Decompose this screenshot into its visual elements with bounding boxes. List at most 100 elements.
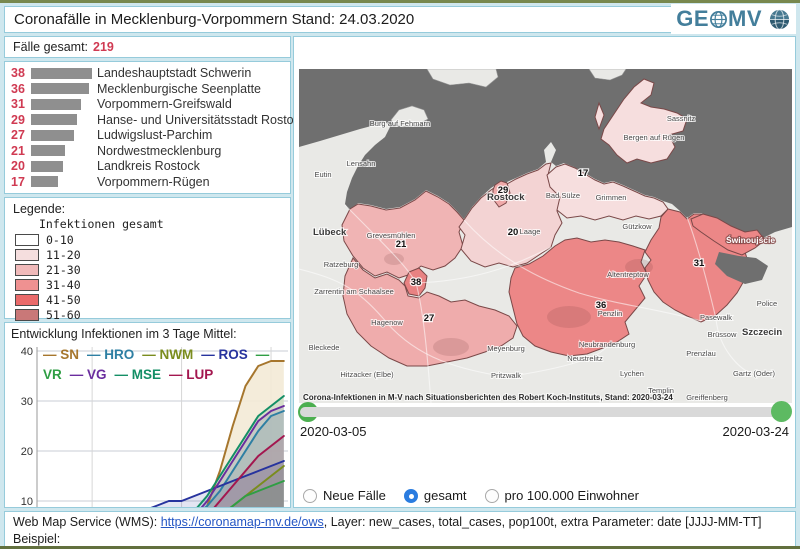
- svg-text:40: 40: [21, 346, 33, 358]
- radio-icon[interactable]: [303, 489, 317, 503]
- radio-selected-icon[interactable]: [404, 489, 418, 503]
- wms-url-link[interactable]: https://coronamap-mv.de/ows: [161, 515, 324, 529]
- legend-swatch: [15, 279, 39, 291]
- bar-value: 21: [11, 144, 31, 158]
- bar-fill: [31, 176, 58, 187]
- city-label: Lychen: [620, 369, 644, 378]
- bar-value: 36: [11, 82, 31, 96]
- mode-option-neue-f-lle[interactable]: Neue Fälle: [303, 488, 386, 503]
- city-label: Lensahn: [347, 159, 376, 168]
- date-range-start: 2020-03-05: [300, 424, 367, 439]
- city-label: Szczecin: [742, 327, 782, 338]
- city-label: Neubrandenburg: [579, 340, 635, 349]
- bar-district-label: Landkreis Rostock: [97, 159, 200, 173]
- geomv-logo[interactable]: GE MV: [671, 4, 796, 34]
- map-legend-panel: Legende: Infektionen gesamt 0-1011-2021-…: [4, 197, 291, 319]
- city-label: Burg auf Fehmarn: [370, 119, 430, 128]
- bar-district-label: Vorpommern-Greifswald: [97, 97, 232, 111]
- bar-row: 21 Nordwestmecklenburg: [11, 143, 284, 158]
- page-title-bar: Coronafälle in Mecklenburg-Vorpommern St…: [4, 6, 738, 33]
- total-cases-value: 219: [93, 40, 114, 54]
- bar: [31, 130, 93, 141]
- forest-texture: [547, 306, 591, 328]
- city-label: Prenzlau: [686, 349, 716, 358]
- bar-value: 31: [11, 97, 31, 111]
- legend-range-label: 0-10: [46, 233, 74, 247]
- legend-item: 41-50: [15, 293, 282, 307]
- legend-range-label: 51-60: [46, 308, 81, 322]
- bar-district-label: Ludwigslust-Parchim: [97, 128, 212, 142]
- city-label: Ratzeburg: [324, 260, 359, 269]
- city-label: Neustrelitz: [567, 354, 603, 363]
- date-slider-track[interactable]: [300, 407, 789, 417]
- city-label: Gartz (Oder): [733, 369, 776, 378]
- bar: [31, 176, 93, 187]
- city-label: Bergen auf Rügen: [624, 133, 685, 142]
- district-case-count: 17: [578, 168, 589, 179]
- city-label: Sassnitz: [667, 114, 696, 123]
- app-root: Coronafälle in Mecklenburg-Vorpommern St…: [0, 0, 800, 549]
- city-label: Police: [757, 299, 777, 308]
- map-canvas[interactable]: LübeckRostockSzczecinŚwinoujścieEutinLen…: [299, 69, 792, 403]
- bar-district-label: Mecklenburgische Seenplatte: [97, 82, 261, 96]
- logo-text-left: GE: [676, 6, 709, 32]
- total-cases-label: Fälle gesamt:: [13, 40, 88, 54]
- legend-title: Legende:: [13, 202, 282, 216]
- mode-label: Neue Fälle: [323, 488, 386, 503]
- total-cases-panel: Fälle gesamt: 219: [4, 36, 291, 58]
- district-case-count: 29: [498, 185, 509, 196]
- trend-chart-title: Entwicklung Infektionen im 3 Tage Mittel…: [11, 327, 290, 341]
- bar-fill: [31, 145, 65, 156]
- date-slider-handle[interactable]: [771, 401, 792, 422]
- trend-chart: 10203040 — SN— HRO— NWM— ROS—VR— VG— MSE…: [11, 343, 290, 508]
- city-label: Bleckede: [309, 343, 340, 352]
- city-label: Hitzacker (Elbe): [340, 370, 394, 379]
- legend-range-label: 31-40: [46, 278, 81, 292]
- mode-option-gesamt[interactable]: gesamt: [404, 488, 467, 503]
- district-case-count: 27: [424, 313, 435, 324]
- page-title: Coronafälle in Mecklenburg-Vorpommern St…: [14, 11, 414, 28]
- trend-chart-svg: 10203040: [11, 343, 290, 507]
- city-label: Lübeck: [313, 227, 347, 238]
- city-label: Altentreptow: [607, 270, 649, 279]
- bar-value: 27: [11, 128, 31, 142]
- city-label: Bad Sülze: [546, 191, 580, 200]
- display-mode-radio-group: Neue Fälle gesamt pro 100.000 Einwohner: [303, 488, 639, 503]
- city-label: Grevesmühlen: [367, 231, 416, 240]
- bar-row: 38 Landeshauptstadt Schwerin: [11, 66, 284, 81]
- city-label: Pasewalk: [700, 313, 732, 322]
- bar-district-label: Nordwestmecklenburg: [97, 144, 221, 158]
- forest-texture: [433, 338, 469, 356]
- legend-swatch: [15, 294, 39, 306]
- district-case-count: 31: [694, 258, 705, 269]
- legend-subtitle: Infektionen gesamt: [39, 217, 282, 231]
- legend-item: 21-30: [15, 263, 282, 277]
- mode-option-pro-100-000-einwohner[interactable]: pro 100.000 Einwohner: [485, 488, 639, 503]
- bar-row: 20Landkreis Rostock: [11, 159, 284, 174]
- footer-line1: Web Map Service (WMS): https://coronamap…: [13, 514, 787, 547]
- district-bar-chart: 38 Landeshauptstadt Schwerin 36 Mecklenburg…: [4, 61, 291, 194]
- bar-value: 38: [11, 66, 31, 80]
- district-case-count: 36: [596, 300, 607, 311]
- bar-fill: [31, 83, 89, 94]
- mode-label: pro 100.000 Einwohner: [505, 488, 639, 503]
- radio-icon[interactable]: [485, 489, 499, 503]
- bar-district-label: Landeshauptstadt Schwerin: [97, 66, 251, 80]
- logo-text-right: MV: [728, 6, 762, 32]
- district-case-count: 20: [508, 227, 519, 238]
- bar: [31, 145, 93, 156]
- bar: [31, 99, 93, 110]
- city-label: Świnoujście: [726, 234, 775, 245]
- city-label: Hagenow: [371, 318, 403, 327]
- bar-row: 36 Mecklenburgische Seenplatte: [11, 81, 284, 96]
- bar-fill: [31, 99, 81, 110]
- bar-value: 29: [11, 113, 31, 127]
- footer: Web Map Service (WMS): https://coronamap…: [4, 511, 796, 547]
- bar: [31, 68, 93, 79]
- city-label: Brüssow: [708, 330, 737, 339]
- globe-graticule-icon: [709, 10, 728, 29]
- bar-district-label: Vorpommern-Rügen: [97, 175, 210, 189]
- bar-row: 29Hanse- und Universitätsstadt Rostock: [11, 112, 284, 127]
- legend-range-label: 21-30: [46, 263, 81, 277]
- legend-item: 0-10: [15, 233, 282, 247]
